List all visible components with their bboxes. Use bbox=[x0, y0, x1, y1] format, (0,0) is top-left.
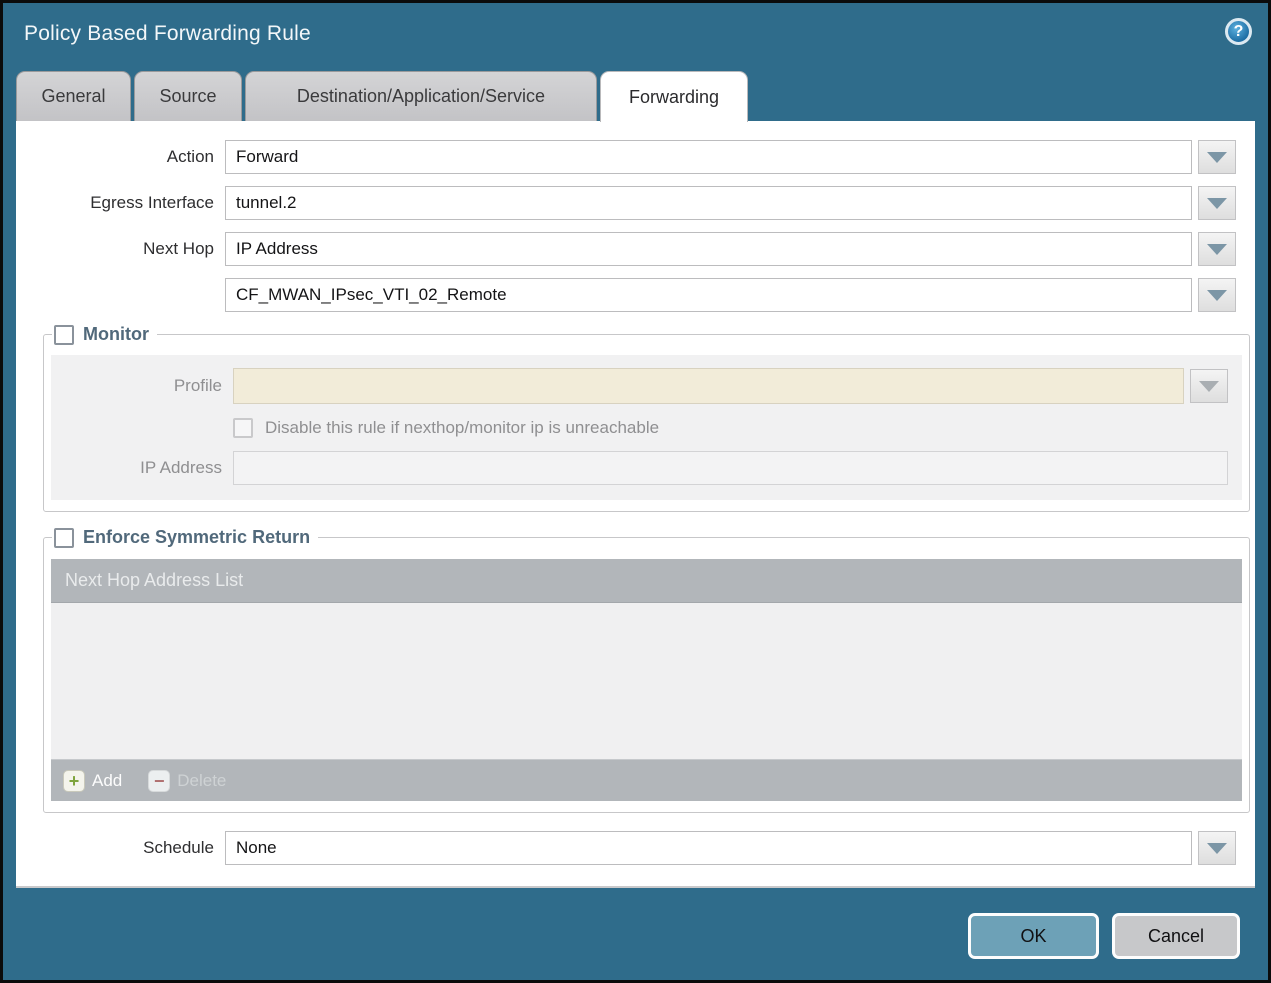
action-row: Action Forward bbox=[16, 140, 1236, 174]
monitor-section: Monitor Profile Disable this rule if nex… bbox=[43, 324, 1250, 512]
tab-forwarding[interactable]: Forwarding bbox=[600, 71, 748, 122]
enforce-legend: Enforce Symmetric Return bbox=[52, 527, 318, 548]
action-label: Action bbox=[16, 147, 214, 167]
chevron-down-icon bbox=[1207, 152, 1227, 163]
tab-source[interactable]: Source bbox=[134, 71, 242, 121]
chevron-down-icon bbox=[1199, 381, 1219, 392]
chevron-down-icon bbox=[1207, 198, 1227, 209]
next-hop-type-dropdown-button[interactable] bbox=[1198, 232, 1236, 266]
schedule-select[interactable]: None bbox=[225, 831, 1192, 865]
enforce-symmetric-return-section: Enforce Symmetric Return Next Hop Addres… bbox=[43, 527, 1250, 813]
dialog-titlebar: Policy Based Forwarding Rule ? bbox=[3, 3, 1268, 68]
monitor-ip-address-label: IP Address bbox=[51, 458, 222, 478]
tab-bar: General Source Destination/Application/S… bbox=[16, 71, 1255, 121]
egress-interface-label: Egress Interface bbox=[16, 193, 214, 213]
tab-destination-application-service[interactable]: Destination/Application/Service bbox=[245, 71, 597, 121]
next-hop-address-list-body[interactable] bbox=[51, 603, 1242, 759]
monitor-legend: Monitor bbox=[52, 324, 157, 345]
next-hop-row: Next Hop IP Address bbox=[16, 232, 1236, 266]
action-dropdown-button[interactable] bbox=[1198, 140, 1236, 174]
egress-interface-select[interactable]: tunnel.2 bbox=[225, 186, 1192, 220]
disable-rule-label: Disable this rule if nexthop/monitor ip … bbox=[265, 418, 659, 438]
next-hop-label: Next Hop bbox=[16, 239, 214, 259]
add-plus-icon: + bbox=[63, 770, 85, 792]
schedule-dropdown-button[interactable] bbox=[1198, 831, 1236, 865]
egress-interface-row: Egress Interface tunnel.2 bbox=[16, 186, 1236, 220]
chevron-down-icon bbox=[1207, 290, 1227, 301]
dialog-footer: OK Cancel bbox=[968, 913, 1240, 959]
profile-dropdown-button bbox=[1190, 369, 1228, 403]
cancel-button[interactable]: Cancel bbox=[1112, 913, 1240, 959]
egress-interface-dropdown-button[interactable] bbox=[1198, 186, 1236, 220]
schedule-row: Schedule None bbox=[16, 831, 1236, 865]
profile-row: Profile bbox=[51, 368, 1228, 404]
add-button-label: Add bbox=[92, 771, 122, 791]
add-button[interactable]: + Add bbox=[63, 770, 122, 792]
delete-minus-icon: − bbox=[148, 770, 170, 792]
policy-based-forwarding-dialog: Policy Based Forwarding Rule ? General S… bbox=[0, 0, 1271, 983]
disable-rule-checkbox bbox=[233, 418, 253, 438]
next-hop-address-row: CF_MWAN_IPsec_VTI_02_Remote bbox=[16, 278, 1236, 312]
profile-select bbox=[233, 368, 1184, 404]
disable-rule-row: Disable this rule if nexthop/monitor ip … bbox=[233, 418, 1242, 438]
delete-button-label: Delete bbox=[177, 771, 226, 791]
next-hop-address-list-table: Next Hop Address List + Add − Delete bbox=[51, 559, 1242, 801]
enforce-symmetric-return-checkbox[interactable] bbox=[54, 528, 74, 548]
tab-general[interactable]: General bbox=[16, 71, 131, 121]
help-icon[interactable]: ? bbox=[1225, 18, 1252, 45]
chevron-down-icon bbox=[1207, 244, 1227, 255]
monitor-disabled-panel: Profile Disable this rule if nexthop/mon… bbox=[51, 355, 1242, 500]
chevron-down-icon bbox=[1207, 843, 1227, 854]
forwarding-tab-panel: Action Forward Egress Interface tunnel.2… bbox=[16, 121, 1255, 888]
monitor-checkbox[interactable] bbox=[54, 325, 74, 345]
monitor-ip-address-input bbox=[233, 451, 1228, 485]
profile-label: Profile bbox=[51, 376, 222, 396]
dialog-title: Policy Based Forwarding Rule bbox=[24, 22, 311, 46]
ok-button[interactable]: OK bbox=[968, 913, 1099, 959]
schedule-label: Schedule bbox=[16, 838, 214, 858]
enforce-legend-label: Enforce Symmetric Return bbox=[83, 527, 310, 548]
monitor-ip-address-row: IP Address bbox=[51, 451, 1228, 485]
next-hop-type-select[interactable]: IP Address bbox=[225, 232, 1192, 266]
next-hop-address-select[interactable]: CF_MWAN_IPsec_VTI_02_Remote bbox=[225, 278, 1192, 312]
monitor-legend-label: Monitor bbox=[83, 324, 149, 345]
next-hop-address-dropdown-button[interactable] bbox=[1198, 278, 1236, 312]
delete-button: − Delete bbox=[148, 770, 226, 792]
next-hop-address-list-toolbar: + Add − Delete bbox=[51, 759, 1242, 801]
action-select[interactable]: Forward bbox=[225, 140, 1192, 174]
next-hop-address-list-header: Next Hop Address List bbox=[51, 559, 1242, 603]
